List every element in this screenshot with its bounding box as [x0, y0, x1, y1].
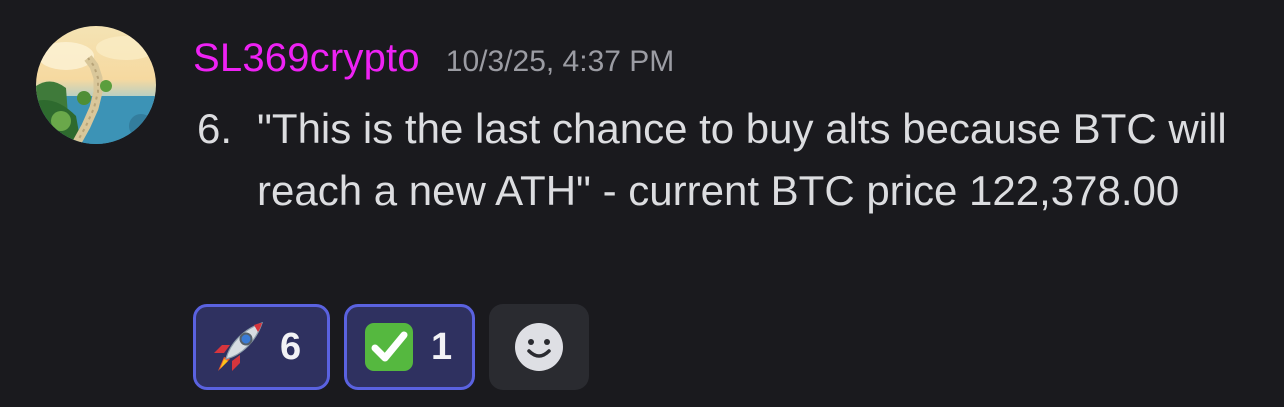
check-mark-button-icon — [361, 319, 417, 375]
reactions-bar: 6 1 — [193, 304, 589, 390]
add-reaction-button[interactable] — [489, 304, 589, 390]
message-timestamp[interactable]: 10/3/25, 4:37 PM — [446, 45, 675, 79]
user-avatar[interactable] — [36, 26, 156, 144]
reaction-count: 6 — [280, 325, 302, 368]
rocket-icon — [210, 319, 266, 375]
reaction-count: 1 — [431, 325, 453, 368]
message-header: SL369crypto 10/3/25, 4:37 PM — [193, 36, 674, 86]
list-item-number: 6. — [197, 105, 233, 152]
list-item-text: "This is the last chance to buy alts bec… — [257, 105, 1227, 214]
reaction-check-mark[interactable]: 1 — [344, 304, 475, 390]
reaction-rocket[interactable]: 6 — [193, 304, 330, 390]
author-username[interactable]: SL369crypto — [193, 36, 420, 81]
chat-message: SL369crypto 10/3/25, 4:37 PM 6. "This is… — [0, 0, 1284, 407]
smiley-icon — [515, 323, 563, 371]
stairway-avatar-icon — [36, 26, 156, 144]
